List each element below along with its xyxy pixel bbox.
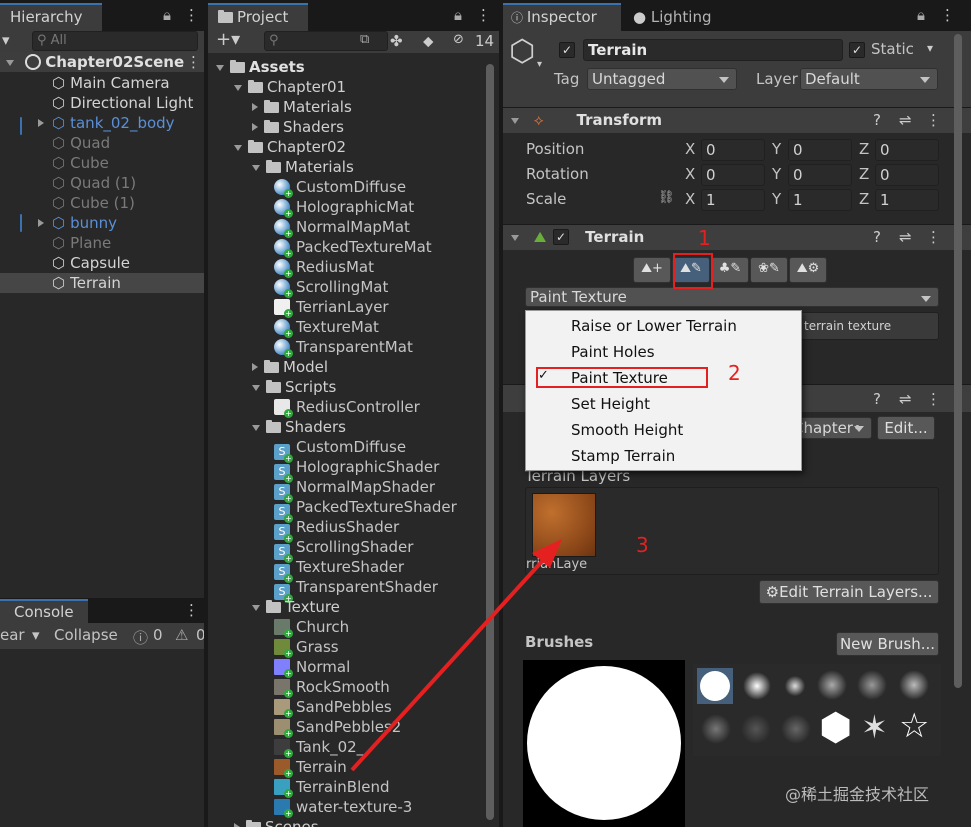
annotation-arrow-line xyxy=(350,544,558,772)
watermark-text: @稀土掘金技术社区 xyxy=(785,785,930,804)
annotation-arrow-head xyxy=(532,539,562,568)
annotation-arrow xyxy=(350,539,562,772)
